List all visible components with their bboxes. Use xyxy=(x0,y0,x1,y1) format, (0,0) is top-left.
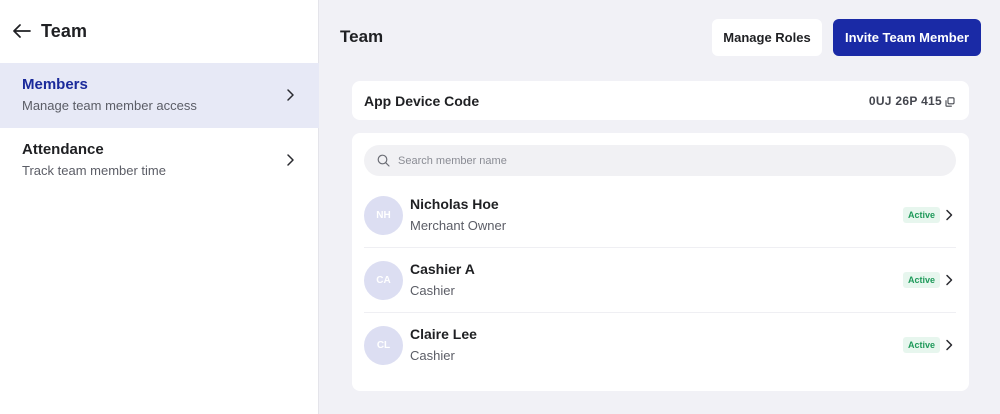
copy-icon[interactable] xyxy=(945,96,955,107)
sidebar: Team Members Manage team member access A… xyxy=(0,0,319,414)
chevron-right-icon xyxy=(945,338,954,352)
member-name: Claire Lee xyxy=(410,326,477,342)
member-role: Cashier xyxy=(410,348,455,363)
status-badge: Active xyxy=(902,207,940,223)
sidebar-header: Team xyxy=(0,0,319,62)
invite-team-member-button[interactable]: Invite Team Member xyxy=(833,19,981,56)
chevron-right-icon xyxy=(285,88,297,102)
sidebar-item-label: Attendance xyxy=(22,141,104,158)
status-badge: Active xyxy=(902,272,940,288)
device-code-card: App Device Code 0UJ 26P 415 xyxy=(352,81,969,120)
search-icon xyxy=(377,154,390,167)
member-row[interactable]: CA Cashier A Cashier Active xyxy=(364,248,956,313)
member-role: Merchant Owner xyxy=(410,218,507,233)
avatar: CA xyxy=(364,261,403,300)
member-name: Cashier A xyxy=(410,261,475,277)
chevron-right-icon xyxy=(945,273,954,287)
member-row[interactable]: NH Nicholas Hoe Merchant Owner Active xyxy=(364,183,956,248)
search-bar xyxy=(364,145,956,176)
sidebar-item-members[interactable]: Members Manage team member access xyxy=(0,63,319,128)
sidebar-item-label: Members xyxy=(22,76,88,93)
arrow-left-icon[interactable] xyxy=(12,21,32,41)
chevron-right-icon xyxy=(285,153,297,167)
device-code-value: 0UJ 26P 415 xyxy=(868,94,942,108)
manage-roles-button[interactable]: Manage Roles xyxy=(712,19,822,56)
member-name: Nicholas Hoe xyxy=(410,196,499,212)
avatar: NH xyxy=(364,196,403,235)
chevron-right-icon xyxy=(945,208,954,222)
sidebar-item-description: Track team member time xyxy=(22,163,166,178)
avatar: CL xyxy=(364,326,403,365)
status-badge: Active xyxy=(902,337,940,353)
search-input[interactable] xyxy=(398,154,938,167)
device-code: 0UJ 26P 415 xyxy=(869,94,955,108)
member-row[interactable]: CL Claire Lee Cashier Active xyxy=(364,313,956,378)
sidebar-item-description: Manage team member access xyxy=(22,98,197,113)
page-title: Team xyxy=(340,27,384,46)
sidebar-title: Team xyxy=(41,20,88,41)
members-card: NH Nicholas Hoe Merchant Owner Active CA… xyxy=(352,133,969,391)
device-code-label: App Device Code xyxy=(364,93,480,109)
member-role: Cashier xyxy=(410,283,455,298)
sidebar-item-attendance[interactable]: Attendance Track team member time xyxy=(0,128,319,193)
